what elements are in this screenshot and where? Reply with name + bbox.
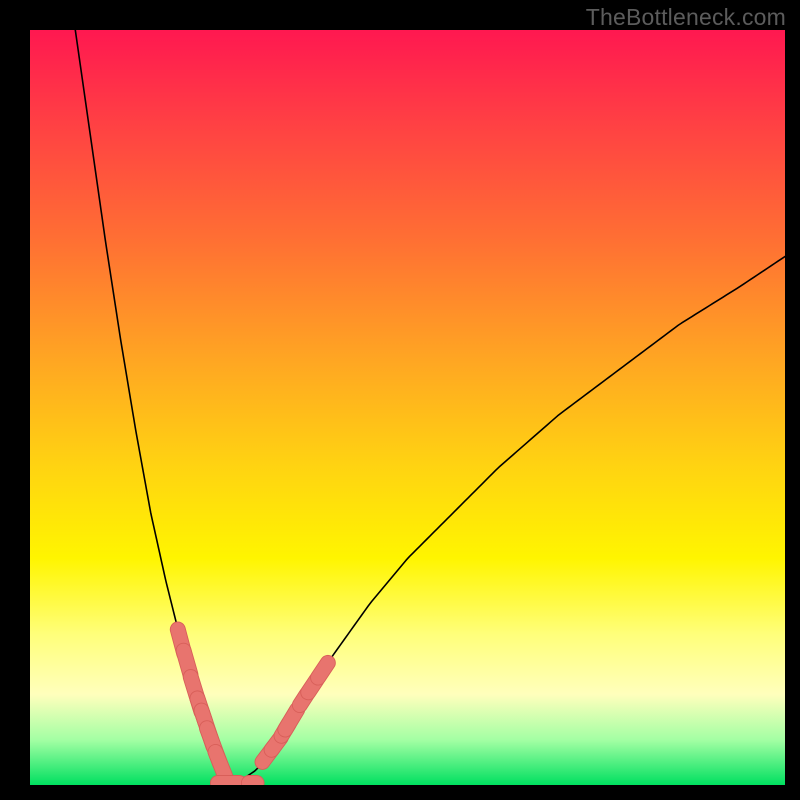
data-marker (241, 776, 264, 786)
curve-svg (30, 30, 785, 785)
data-marker (308, 652, 339, 688)
curve-left-branch (75, 30, 234, 785)
datapoints-group (169, 620, 339, 785)
watermark-text: TheBottleneck.com (586, 4, 786, 31)
plot-area (30, 30, 785, 785)
curve-right-branch (234, 257, 785, 786)
chart-frame: TheBottleneck.com (0, 0, 800, 800)
